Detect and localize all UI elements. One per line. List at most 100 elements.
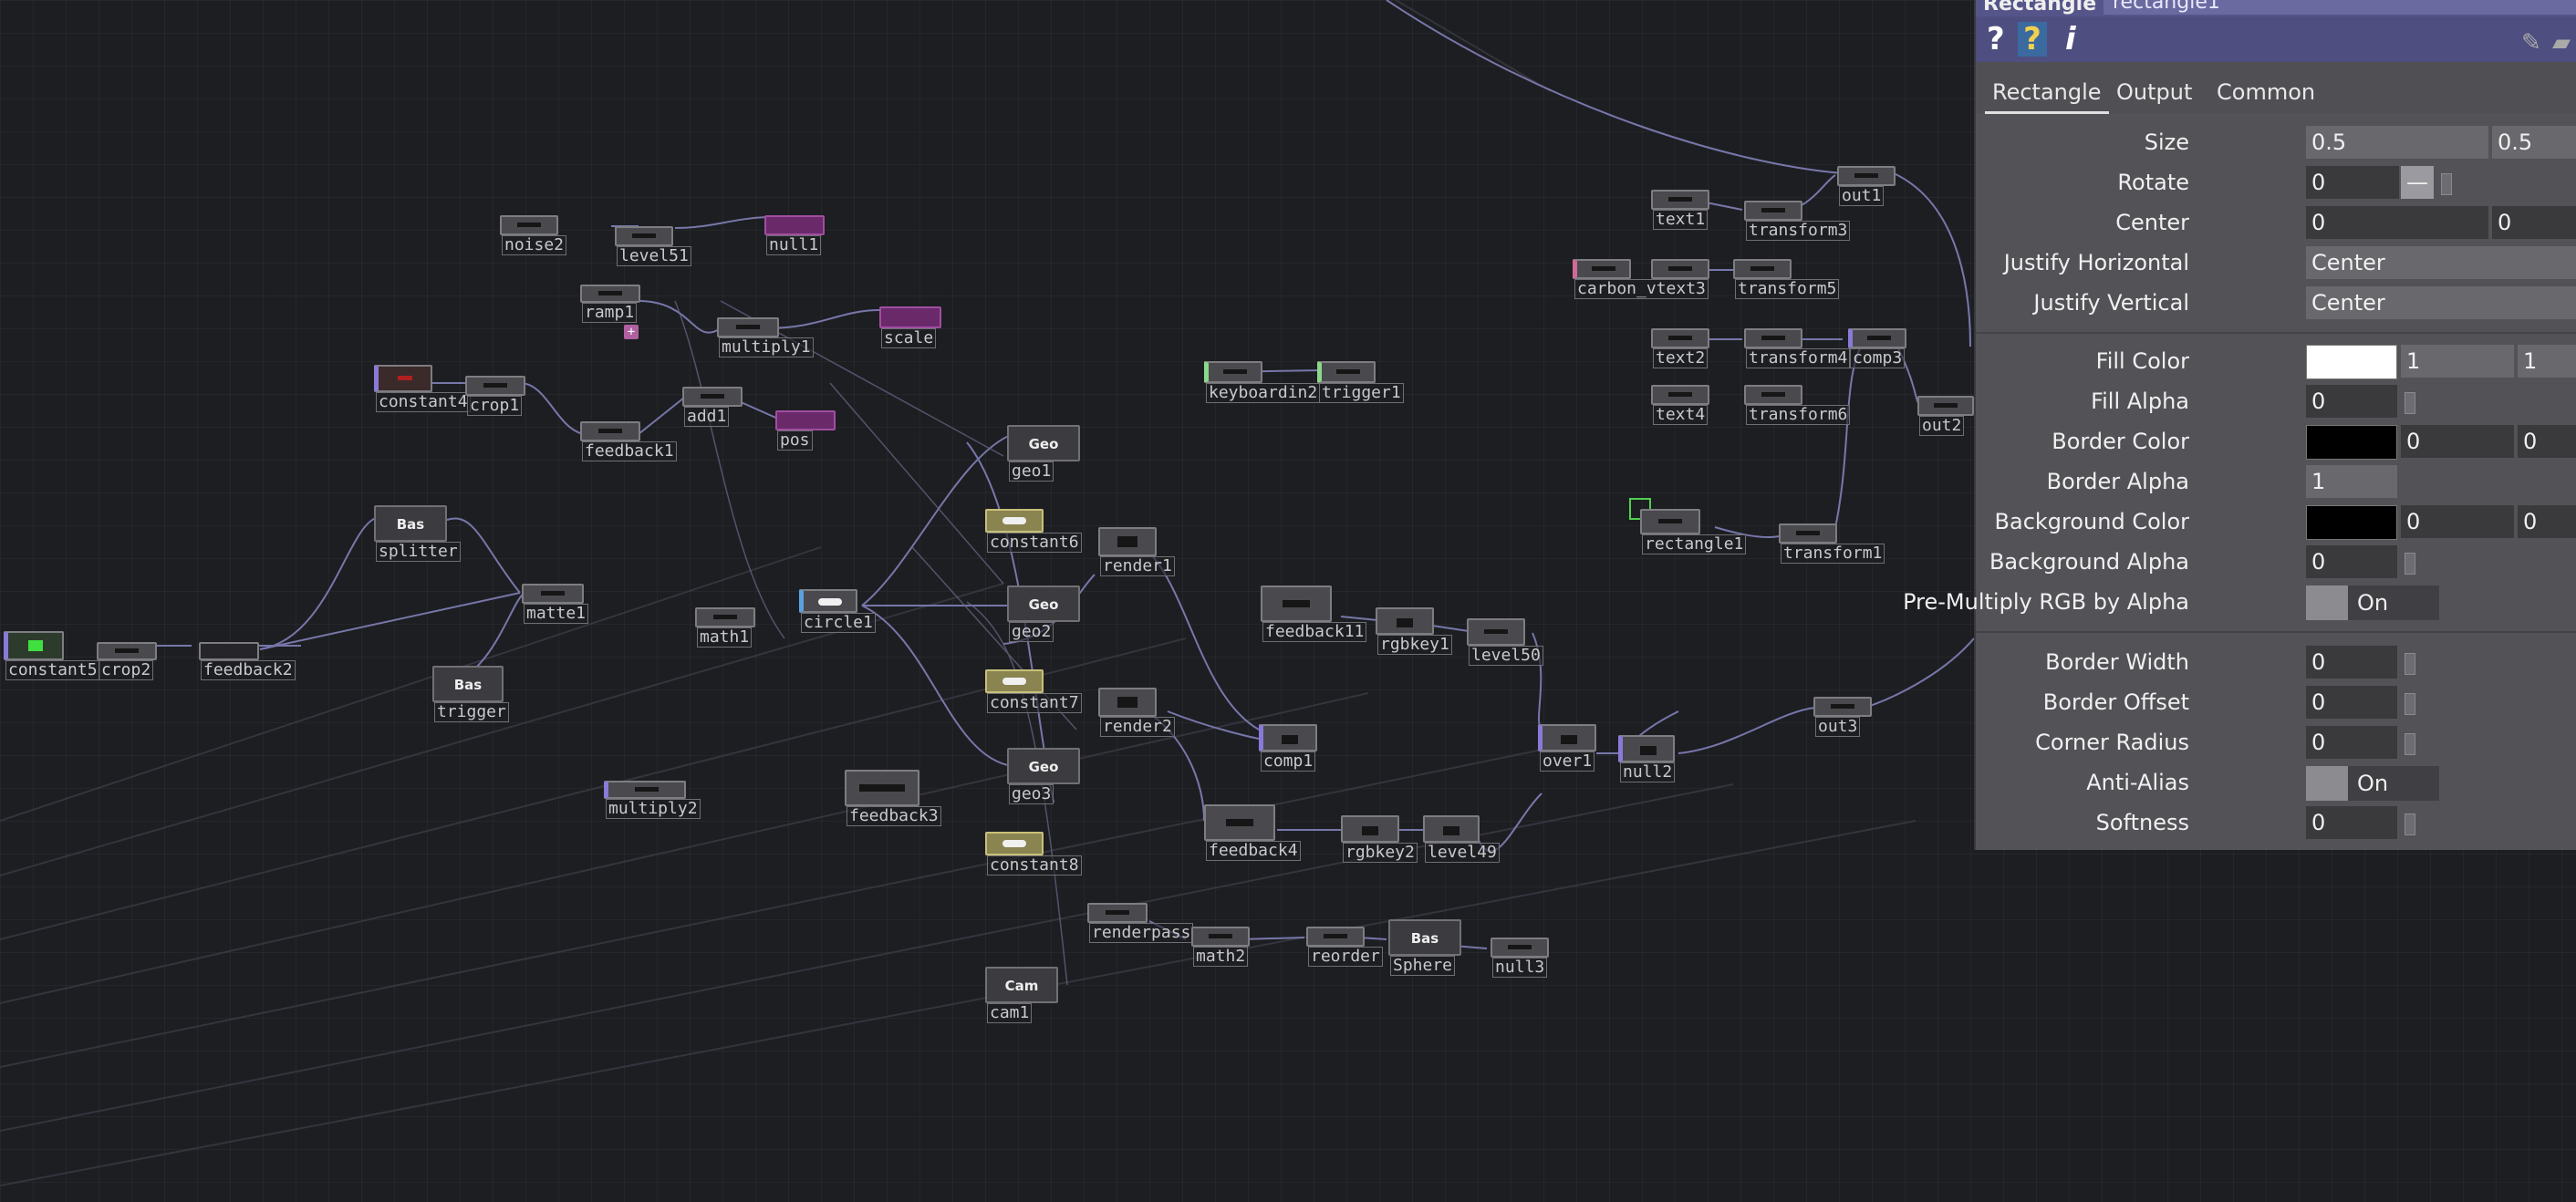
corner-radius-field[interactable]: 0 — [2306, 726, 2397, 759]
node-label: crop1 — [467, 396, 523, 416]
param-label: Center — [2115, 210, 2189, 235]
help-icon[interactable]: ? — [1987, 22, 2005, 57]
background-color-r-field[interactable]: 0 — [2401, 505, 2514, 538]
python-help-icon[interactable]: ? — [2018, 22, 2047, 57]
border-color-g-field[interactable]: 0 — [2518, 425, 2576, 458]
comp-tag: Bas — [396, 516, 425, 533]
rotate-slider-button[interactable]: — — [2401, 166, 2434, 199]
comment-icon[interactable]: ▰ — [2552, 26, 2571, 60]
softness-slider[interactable] — [2405, 813, 2415, 835]
param-label: Justify Horizontal — [2003, 250, 2189, 275]
border-width-field[interactable]: 0 — [2306, 646, 2397, 679]
border-alpha-field[interactable]: 1 — [2306, 465, 2397, 498]
border-color-r-field[interactable]: 0 — [2401, 425, 2514, 458]
fill-alpha-field[interactable]: 0 — [2306, 385, 2397, 418]
node-label: matte1 — [524, 604, 589, 624]
border-offset-field[interactable]: 0 — [2306, 686, 2397, 719]
node-label: carbon_vtext3 — [1574, 279, 1709, 299]
border-offset-slider[interactable] — [2405, 693, 2415, 715]
anti-alias-toggle[interactable]: On — [2306, 766, 2439, 801]
param-background-alpha: Background Alpha 0 — [1976, 544, 2576, 584]
fill-color-g-field[interactable]: 1 — [2518, 345, 2576, 378]
param-label: Rotate — [2117, 170, 2189, 195]
node-label: constant7 — [987, 693, 1082, 713]
node-label: Sphere — [1390, 956, 1456, 976]
fill-alpha-slider[interactable] — [2405, 392, 2415, 414]
parameter-panel: Rectangle rectangle1 ? ? i ✎ ▰ Rectangle… — [1903, 0, 2576, 850]
comp-tag: Geo — [1028, 596, 1059, 613]
param-label: Border Color — [2051, 429, 2189, 454]
background-color-swatch[interactable] — [2306, 505, 2397, 540]
size-x-field[interactable]: 0.5 — [2306, 126, 2488, 159]
operator-type: Rectangle — [1983, 0, 2097, 16]
tab-common[interactable]: Common — [2209, 77, 2322, 111]
border-width-slider[interactable] — [2405, 653, 2415, 675]
panel-tabs: Rectangle Output Common — [1976, 62, 2576, 114]
justify-horizontal-menu[interactable]: Center — [2306, 246, 2576, 279]
edit-icon[interactable]: ✎ — [2521, 26, 2541, 60]
fill-color-r-field[interactable]: 1 — [2401, 345, 2514, 378]
node-label: circle1 — [801, 613, 876, 633]
param-fill-color: Fill Color 1 1 — [1976, 343, 2576, 383]
node-label: level50 — [1469, 646, 1543, 666]
info-icon[interactable]: i — [2065, 22, 2076, 57]
node-label: feedback4 — [1206, 841, 1301, 861]
premultiply-toggle[interactable]: On — [2306, 585, 2439, 620]
operator-name-field[interactable]: rectangle1 — [2103, 0, 2576, 15]
param-label: Background Color — [1994, 509, 2189, 534]
param-label: Anti-Alias — [2086, 770, 2189, 795]
tab-rectangle[interactable]: Rectangle — [1985, 77, 2109, 114]
param-corner-radius: Corner Radius 0 — [1976, 724, 2576, 764]
param-label: Fill Alpha — [2091, 389, 2189, 414]
node-label: geo3 — [1009, 784, 1054, 804]
node-label: ramp1 — [582, 303, 638, 323]
background-alpha-slider[interactable] — [2405, 553, 2415, 575]
border-color-swatch[interactable] — [2306, 425, 2397, 460]
param-border-alpha: Border Alpha 1 — [1976, 463, 2576, 503]
node-label: transform1 — [1781, 544, 1885, 564]
param-fill-alpha: Fill Alpha 0 — [1976, 383, 2576, 423]
param-premultiply: Pre-Multiply RGB by Alpha On — [1903, 584, 2576, 624]
node-label: trigger — [434, 702, 509, 722]
background-color-g-field[interactable]: 0 — [2518, 505, 2576, 538]
node-label: rgbkey1 — [1377, 635, 1452, 655]
node-label: transform5 — [1735, 279, 1840, 299]
comp-tag: Geo — [1028, 436, 1059, 452]
param-justify-horizontal: Justify Horizontal Center — [1976, 244, 2576, 285]
panel-header: Rectangle rectangle1 — [1976, 0, 2576, 16]
add-icon[interactable]: + — [624, 325, 639, 339]
node-label: comp3 — [1850, 348, 1906, 368]
size-y-field[interactable]: 0.5 — [2492, 126, 2576, 159]
justify-vertical-menu[interactable]: Center — [2306, 286, 2576, 319]
center-y-field[interactable]: 0 — [2492, 206, 2576, 239]
node-label: text2 — [1653, 348, 1709, 368]
param-label: Background Alpha — [1989, 549, 2189, 575]
param-label: Border Offset — [2042, 689, 2189, 715]
node-label: math1 — [697, 627, 753, 648]
comp-tag: Cam — [1004, 978, 1039, 994]
node-label: crop2 — [99, 660, 154, 680]
node-label: over1 — [1540, 751, 1595, 772]
param-label: Border Width — [2045, 649, 2189, 675]
rotate-slider[interactable] — [2441, 173, 2452, 195]
node-label: out3 — [1815, 717, 1861, 737]
node-label: feedback3 — [847, 806, 941, 826]
tab-output[interactable]: Output — [2109, 77, 2199, 111]
param-label: Border Alpha — [2046, 469, 2189, 494]
background-alpha-field[interactable]: 0 — [2306, 545, 2397, 578]
node-label: null3 — [1492, 958, 1548, 978]
node-label: splitter — [376, 542, 461, 562]
softness-field[interactable]: 0 — [2306, 806, 2397, 839]
param-center: Center 0 0 — [1976, 204, 2576, 244]
fill-color-swatch[interactable] — [2306, 345, 2397, 379]
node-label: constant8 — [987, 855, 1082, 876]
panel-toolbar: ? ? i ✎ ▰ — [1976, 16, 2576, 62]
center-x-field[interactable]: 0 — [2306, 206, 2488, 239]
corner-radius-slider[interactable] — [2405, 733, 2415, 755]
param-size: Size 0.5 0.5 — [1976, 124, 2576, 164]
node-label: constant5 — [5, 660, 100, 680]
rotate-field[interactable]: 0 — [2306, 166, 2399, 199]
node-label: text1 — [1653, 210, 1709, 230]
node-label: null2 — [1620, 762, 1676, 782]
node-label: constant4 — [376, 392, 471, 412]
